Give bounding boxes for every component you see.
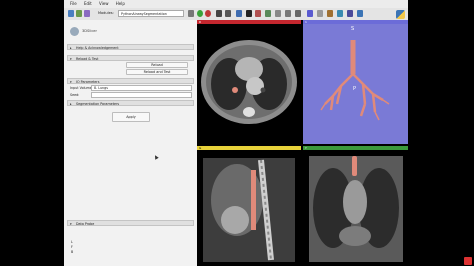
menu-edit[interactable]: Edit bbox=[84, 0, 92, 8]
probe-row-l: L bbox=[71, 240, 73, 244]
angle-icon[interactable] bbox=[285, 10, 291, 17]
expand-icon: ▸ bbox=[70, 102, 72, 106]
green-slice-view[interactable]: Y bbox=[303, 146, 408, 266]
apply-button[interactable]: Apply bbox=[112, 112, 150, 122]
help-section-title: Help & Acknowledgement bbox=[76, 46, 119, 50]
screenshot-icon[interactable] bbox=[317, 10, 323, 17]
menu-bar: File Edit View Help bbox=[64, 0, 408, 8]
probe-row-f: F bbox=[71, 245, 73, 249]
scene-icon[interactable] bbox=[327, 10, 333, 17]
coronal-ct-image bbox=[309, 156, 403, 262]
python-console-icon[interactable] bbox=[357, 10, 363, 17]
red-slice-view[interactable]: R bbox=[197, 20, 301, 144]
reload-section-title: Reload & Test bbox=[76, 57, 99, 61]
module-history-icon[interactable] bbox=[188, 10, 194, 17]
segmentation-section-header[interactable]: ▸ Segmentation Parameters bbox=[67, 100, 194, 106]
transform-icon[interactable] bbox=[265, 10, 271, 17]
module-selector[interactable]: PythonAirwaySegmentation bbox=[118, 10, 184, 17]
modules-label: Modules: bbox=[98, 11, 114, 15]
mouse-cursor-icon bbox=[153, 154, 159, 160]
mouse-mode-icon[interactable] bbox=[216, 10, 222, 17]
forward-icon[interactable] bbox=[205, 10, 211, 17]
help-section-header[interactable]: ▸ Help & Acknowledgement bbox=[67, 44, 194, 50]
slicer-logo-icon bbox=[70, 27, 79, 36]
threed-view[interactable]: 1 S P bbox=[303, 20, 408, 144]
collapse-icon: ▾ bbox=[70, 57, 72, 61]
airway-model bbox=[320, 40, 390, 121]
seed-selector[interactable] bbox=[91, 92, 192, 98]
axial-ct-image bbox=[201, 40, 297, 124]
fiducial-icon[interactable] bbox=[255, 10, 261, 17]
dcm-icon[interactable] bbox=[76, 10, 82, 17]
reload-and-test-button[interactable]: Reload and Test bbox=[126, 69, 188, 75]
layout-grid-icon[interactable] bbox=[347, 10, 353, 17]
segmentation-section-title: Segmentation Parameters bbox=[76, 102, 120, 106]
reload-section-header[interactable]: ▾ Reload & Test bbox=[67, 55, 194, 61]
save-icon[interactable] bbox=[84, 10, 90, 17]
yellow-slice-view[interactable]: G bbox=[197, 146, 301, 266]
view-layout: R 1 S P G Y bbox=[197, 20, 408, 266]
view-3d-icon[interactable] bbox=[307, 10, 313, 17]
data-probe-section-header[interactable]: ▾ Data Probe bbox=[67, 220, 194, 226]
back-icon[interactable] bbox=[197, 10, 203, 17]
python-icon[interactable] bbox=[396, 10, 405, 19]
right-letterbox bbox=[408, 0, 474, 266]
menu-view[interactable]: View bbox=[99, 0, 109, 8]
extension-icon[interactable] bbox=[337, 10, 343, 17]
window-level-icon[interactable] bbox=[225, 10, 231, 17]
expand-icon: ▸ bbox=[70, 46, 72, 50]
data-icon[interactable] bbox=[68, 10, 74, 17]
io-section-header[interactable]: ▾ IO Parameters bbox=[67, 78, 194, 84]
ruler-icon[interactable] bbox=[275, 10, 281, 17]
seed-label: Seed: bbox=[70, 93, 80, 97]
crosshair-icon[interactable] bbox=[246, 10, 252, 17]
menu-file[interactable]: File bbox=[70, 0, 77, 8]
roi-icon[interactable] bbox=[295, 10, 301, 17]
input-volume-label: Input Volume: bbox=[70, 86, 93, 90]
module-panel: 3DSlicer ▸ Help & Acknowledgement ▾ Relo… bbox=[64, 20, 198, 266]
input-volume-selector[interactable]: 8. Lungs bbox=[91, 85, 192, 91]
menu-help[interactable]: Help bbox=[116, 0, 125, 8]
left-letterbox bbox=[0, 0, 64, 266]
slicer-logo-row: 3DSlicer bbox=[70, 26, 190, 36]
collapse-icon: ▾ bbox=[70, 80, 72, 84]
slicer-logo-text: 3DSlicer bbox=[82, 29, 97, 33]
layout-icon[interactable] bbox=[236, 10, 242, 17]
sagittal-ct-image bbox=[203, 158, 295, 262]
probe-row-b: B bbox=[71, 250, 74, 254]
io-section-title: IO Parameters bbox=[76, 80, 100, 84]
data-probe-section-title: Data Probe bbox=[76, 222, 95, 226]
slicer-window: File Edit View Help Modules: PythonAirwa… bbox=[64, 0, 408, 266]
collapse-icon: ▾ bbox=[70, 222, 72, 226]
record-indicator-icon bbox=[464, 257, 472, 265]
reload-button[interactable]: Reload bbox=[126, 62, 188, 68]
